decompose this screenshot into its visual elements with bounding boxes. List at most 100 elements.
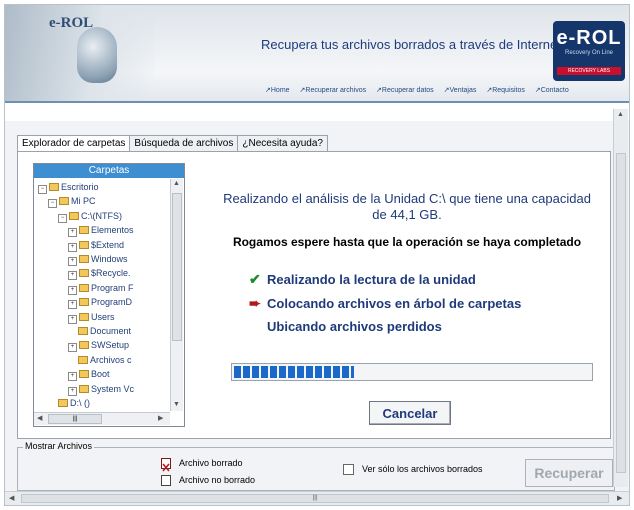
tree-item[interactable]: Document — [78, 325, 131, 337]
nav-link-contacto[interactable]: ↗Contacto — [535, 87, 569, 94]
logo-small: e-ROL — [49, 15, 94, 31]
tree-item[interactable]: + Users — [68, 311, 115, 324]
expand-icon[interactable]: + — [68, 314, 77, 324]
tree-item-label: D:\ () — [70, 398, 90, 408]
tree-item-label: Boot — [91, 369, 110, 380]
tree-item[interactable]: − Mi PC — [48, 195, 96, 209]
tree-item[interactable]: D:\ () — [58, 397, 90, 409]
tree-item-label: C:\(NTFS) — [81, 210, 122, 221]
tree-item[interactable]: + $Extend — [68, 239, 124, 252]
tree-item[interactable]: − Escritorio — [38, 181, 99, 194]
tree-item[interactable]: + SWSetup — [68, 339, 130, 353]
folder-icon — [79, 283, 89, 292]
tab-busqueda[interactable]: Búsqueda de archivos — [129, 135, 239, 151]
tree-item-label: Users — [91, 311, 115, 322]
tree-item-label: SWSetup — [91, 340, 130, 351]
window-hscroll-thumb[interactable]: ||| — [21, 494, 609, 503]
folder-tree-vscroll[interactable]: ▲ ▼ — [170, 179, 183, 411]
brand-subtitle: Recovery On Line — [564, 50, 614, 56]
tab-explorador[interactable]: Explorador de carpetas — [17, 135, 131, 151]
nav-link-ventajas[interactable]: ↗Ventajas — [444, 87, 477, 94]
arrow-right-icon: ➨ — [249, 295, 261, 311]
folder-tree-hscroll-thumb[interactable]: ||| — [48, 414, 102, 424]
recover-button[interactable]: Recuperar — [525, 459, 613, 487]
window-vscroll-thumb[interactable] — [616, 153, 626, 473]
step-reading: ✔ Realizando la lectura de la unidad — [249, 271, 476, 288]
tree-item[interactable]: + Elementos — [68, 224, 134, 238]
folder-icon — [78, 327, 88, 335]
expand-icon[interactable]: + — [68, 386, 77, 396]
wait-message: Rogamos espere hasta que la operación se… — [232, 235, 582, 249]
progress-bar — [231, 363, 593, 381]
tree-item-label: Escritorio — [61, 182, 99, 192]
scroll-up-icon[interactable]: ▲ — [617, 111, 624, 118]
expand-icon[interactable]: + — [68, 285, 77, 295]
tree-item[interactable]: + Program F — [68, 282, 134, 295]
scroll-right-icon[interactable]: ▶ — [617, 494, 622, 502]
nav-link-home[interactable]: ↗Home — [265, 87, 290, 94]
nav-link-recuperar-archivos[interactable]: ↗Recuperar archivos — [300, 87, 367, 94]
tree-item[interactable]: − C:\(NTFS) — [58, 210, 122, 223]
scroll-up-icon[interactable]: ▲ — [173, 180, 180, 187]
header-gap — [5, 103, 629, 121]
show-files-label: Mostrar Archivos — [23, 441, 95, 451]
expand-icon[interactable]: + — [68, 271, 77, 281]
scroll-left-icon[interactable]: ◀ — [9, 494, 14, 502]
folder-icon — [79, 341, 89, 350]
folder-tree-hscroll[interactable]: ◀ ||| ▶ — [34, 412, 170, 425]
folder-icon — [79, 226, 89, 235]
tree-item[interactable]: + System Vc — [68, 383, 134, 396]
folder-tree-vscroll-thumb[interactable] — [172, 193, 182, 341]
deleted-file-icon — [161, 458, 171, 472]
brand-logo: e-ROL Recovery On Line RECOVERY LABS — [553, 21, 625, 81]
folder-icon — [78, 355, 88, 364]
folder-icon — [79, 255, 89, 263]
collapse-icon[interactable]: − — [58, 213, 67, 223]
tree-item[interactable]: + $Recycle. — [68, 267, 131, 281]
expand-icon[interactable]: + — [68, 257, 77, 266]
nav-link-recuperar-datos[interactable]: ↗Recuperar datos — [376, 87, 434, 94]
brand-title: e-ROL — [556, 27, 622, 49]
window-vscroll[interactable]: ▲ — [613, 109, 628, 487]
only-deleted-checkbox[interactable] — [343, 464, 354, 475]
tree-item-label: Document — [90, 326, 132, 336]
folder-tree[interactable]: Carpetas − Escritorio − Mi PC − C:\(NTFS) + Ele… — [33, 163, 185, 427]
header-banner: e-ROL Recupera tus archivos borrados a t… — [5, 5, 629, 101]
folder-icon — [79, 298, 89, 307]
collapse-icon[interactable]: − — [48, 199, 57, 209]
scroll-down-icon[interactable]: ▼ — [173, 401, 180, 408]
tree-item[interactable]: + ProgramD — [68, 296, 132, 310]
tree-item[interactable]: Archivos c — [78, 354, 132, 366]
expand-icon[interactable]: + — [68, 300, 77, 310]
cancel-button[interactable]: Cancelar — [369, 401, 451, 425]
scroll-left-icon[interactable]: ◀ — [37, 414, 42, 422]
step-locating: Ubicando archivos perdidos — [249, 319, 442, 334]
analysis-message: Realizando el análisis de la Unidad C:\ … — [223, 191, 591, 222]
tree-item[interactable]: + Boot — [68, 368, 110, 382]
expand-icon[interactable]: + — [68, 343, 77, 353]
tree-item[interactable]: + Windows — [68, 253, 128, 266]
top-nav: ↗Home ↗Recuperar archivos ↗Recuperar dat… — [265, 86, 577, 94]
folder-icon — [69, 211, 79, 220]
folder-tree-header: Carpetas — [34, 164, 184, 178]
tagline: Recupera tus archivos borrados a través … — [261, 37, 561, 52]
expand-icon[interactable]: + — [68, 228, 77, 238]
collapse-icon[interactable]: − — [38, 185, 47, 194]
tree-item-label: Elementos — [91, 225, 134, 236]
step-locating-label: Ubicando archivos perdidos — [267, 319, 442, 334]
tree-item-label: Archivos c — [90, 354, 132, 365]
step-reading-label: Realizando la lectura de la unidad — [267, 272, 476, 287]
only-deleted-checkbox-label[interactable]: Ver sólo los archivos borrados — [362, 464, 483, 474]
tab-ayuda[interactable]: ¿Necesita ayuda? — [237, 135, 328, 151]
tree-item-label: Mi PC — [71, 196, 96, 207]
tree-item-label: $Recycle. — [91, 268, 131, 279]
folder-icon — [79, 269, 89, 278]
expand-icon[interactable]: + — [68, 242, 77, 252]
folder-icon — [59, 197, 69, 206]
expand-icon[interactable]: + — [68, 372, 77, 382]
tree-item-label: Program F — [91, 282, 134, 293]
window-hscroll[interactable]: ◀ ||| ▶ — [5, 491, 629, 505]
nav-link-requisitos[interactable]: ↗Requisitos — [486, 87, 525, 94]
step-placing-label: Colocando archivos en árbol de carpetas — [267, 296, 522, 311]
scroll-right-icon[interactable]: ▶ — [158, 414, 163, 422]
